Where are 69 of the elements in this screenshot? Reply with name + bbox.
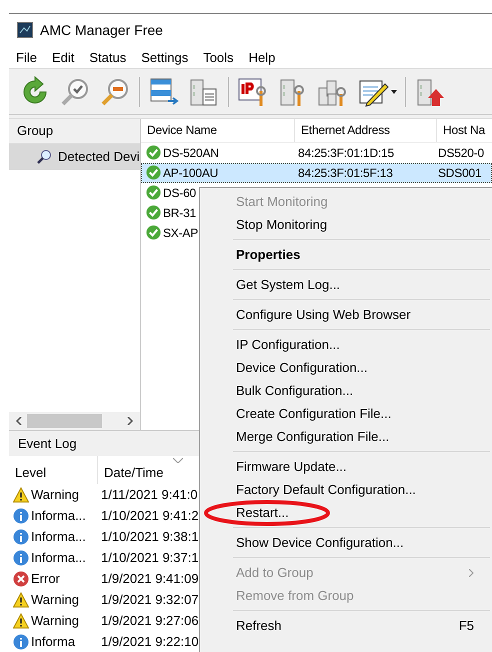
menu-item[interactable]: Properties bbox=[200, 243, 492, 266]
table-cell: SDS001 bbox=[438, 166, 482, 180]
table-cell: 1/10/2021 9:41:2 bbox=[101, 508, 199, 524]
column-header[interactable]: Device Name bbox=[141, 118, 295, 142]
table-cell: 1/9/2021 9:27:06 bbox=[101, 613, 199, 628]
info-icon bbox=[13, 550, 29, 566]
table-cell: 1/9/2021 9:22:10 bbox=[101, 634, 199, 650]
menu-item[interactable]: Settings bbox=[141, 50, 188, 66]
check-status-icon bbox=[146, 185, 161, 200]
table-cell: BR-31 bbox=[163, 206, 196, 220]
menu-item[interactable]: Status bbox=[89, 50, 126, 66]
table-cell: Warning bbox=[31, 487, 79, 502]
menu-item[interactable]: Help bbox=[248, 50, 276, 66]
table-cell: SX-AP bbox=[163, 226, 198, 240]
check-status-icon bbox=[146, 205, 161, 220]
horizontal-scrollbar[interactable] bbox=[9, 412, 140, 430]
table-cell: Informa... bbox=[31, 508, 86, 524]
app-icon bbox=[17, 22, 33, 38]
menu-item[interactable]: Get System Log... bbox=[200, 273, 492, 296]
table-cell: 84:25:3F:01:5F:13 bbox=[298, 166, 393, 180]
menu-item[interactable]: Stop Monitoring bbox=[200, 213, 492, 236]
column-header[interactable]: Host Na bbox=[437, 118, 492, 142]
warning-icon bbox=[13, 592, 29, 608]
table-cell: DS-60 bbox=[163, 186, 196, 200]
table-cell: AP-100AU bbox=[163, 166, 218, 180]
menu-item[interactable]: Restart... bbox=[200, 501, 492, 524]
table-cell: Informa bbox=[31, 634, 76, 650]
column-header[interactable]: Level bbox=[9, 456, 98, 484]
info-icon bbox=[13, 508, 29, 524]
check-status-icon bbox=[146, 225, 161, 240]
table-cell: 1/10/2021 9:38:1 bbox=[101, 529, 199, 544]
menu-item[interactable]: File bbox=[16, 50, 37, 66]
table-cell: Informa... bbox=[31, 550, 86, 566]
table-cell: Warning bbox=[31, 592, 79, 608]
window-title: AMC Manager Free bbox=[40, 22, 163, 38]
table-cell: Informa... bbox=[31, 529, 86, 544]
table-cell: 84:25:3F:01:1D:15 bbox=[298, 146, 394, 160]
error-icon bbox=[13, 570, 29, 587]
scroll-right-icon[interactable] bbox=[126, 417, 134, 426]
table-cell: DS-520AN bbox=[163, 146, 219, 160]
warning-icon bbox=[13, 612, 29, 629]
menu-item[interactable]: Show Device Configuration... bbox=[200, 531, 492, 554]
column-header[interactable]: Ethernet Address bbox=[295, 118, 437, 142]
table-cell: 1/10/2021 9:37:1 bbox=[101, 550, 199, 566]
dropdown-caret-icon[interactable] bbox=[391, 90, 397, 94]
search-icon bbox=[36, 148, 52, 165]
menu-item[interactable]: IP Configuration... bbox=[200, 333, 492, 356]
menu-item[interactable]: Create Configuration File... bbox=[200, 402, 492, 425]
menu-item[interactable]: Refresh F5 bbox=[200, 614, 492, 637]
table-cell: Error bbox=[31, 571, 60, 586]
table-cell: 1/9/2021 9:32:07 bbox=[101, 592, 199, 608]
scroll-left-icon[interactable] bbox=[15, 417, 23, 426]
warning-icon bbox=[13, 486, 29, 503]
table-cell: 1/9/2021 9:41:09 bbox=[101, 571, 199, 586]
group-item[interactable]: Detected Devi bbox=[9, 144, 140, 170]
menu-item[interactable]: Configure Using Web Browser bbox=[200, 303, 492, 326]
info-icon bbox=[13, 528, 29, 545]
menu-item[interactable]: Bulk Configuration... bbox=[200, 379, 492, 402]
check-status-icon bbox=[146, 145, 161, 160]
check-status-icon bbox=[146, 165, 161, 180]
table-cell: DS520-0 bbox=[438, 146, 484, 160]
ip-wrench-icon[interactable] bbox=[237, 76, 269, 108]
menu-item[interactable]: Tools bbox=[203, 50, 234, 66]
table-cell: Warning bbox=[31, 613, 79, 628]
menu-item[interactable]: Device Configuration... bbox=[200, 356, 492, 379]
table-cell: 1/11/2021 9:41:0 bbox=[101, 487, 198, 502]
menu-item[interactable]: Edit bbox=[52, 50, 74, 66]
column-header[interactable]: Group bbox=[9, 118, 140, 144]
sort-caret-icon bbox=[173, 458, 183, 464]
